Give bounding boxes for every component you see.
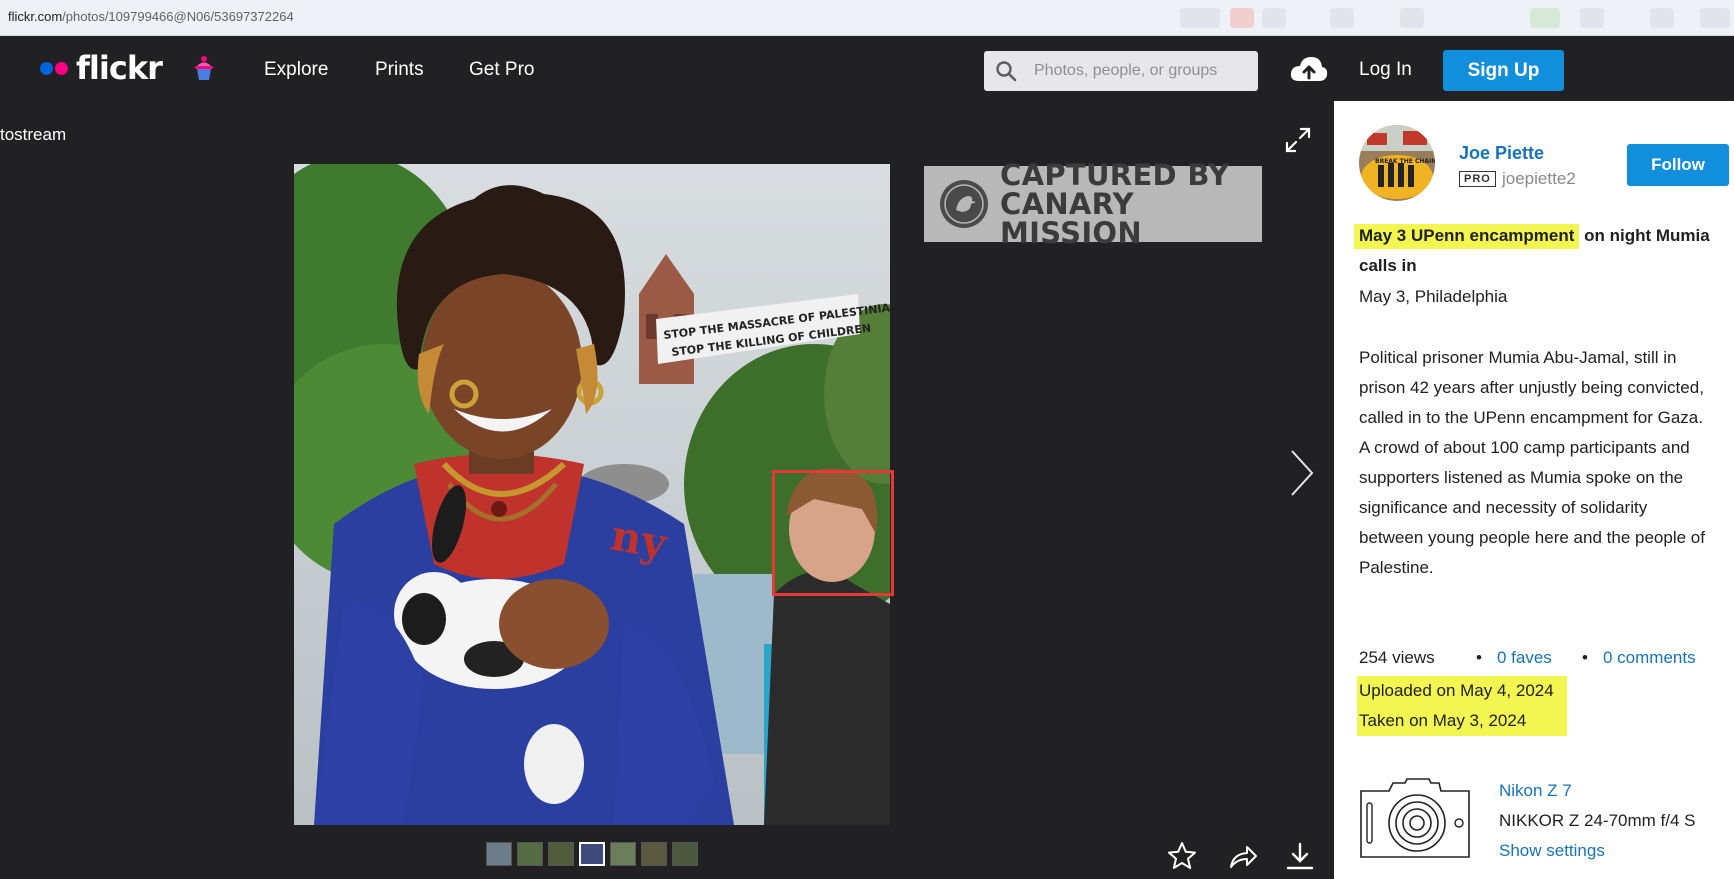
photo-subtitle: May 3, Philadelphia — [1359, 287, 1508, 306]
flickr-logo[interactable]: flickr — [40, 49, 163, 87]
star-icon[interactable] — [1167, 841, 1197, 871]
pro-badge: PRO — [1459, 171, 1496, 187]
watermark-line-2: CANARY MISSION — [1000, 186, 1142, 250]
url-path: /photos/109799466@N06/53697372264 — [62, 9, 294, 24]
browser-url-bar[interactable]: flickr.com/photos/109799466@N06/53697372… — [0, 0, 1734, 36]
thumbnail-1[interactable] — [486, 842, 512, 866]
nav-get-pro-link[interactable]: Get Pro — [469, 59, 534, 81]
avatar-image: BREAK THE CHAINS — [1359, 125, 1435, 201]
thumbnail-5[interactable] — [610, 842, 636, 866]
canary-mission-watermark: CAPTURED BY CANARY MISSION — [924, 160, 1262, 247]
photo-description: Political prisoner Mumia Abu-Jamal, stil… — [1359, 348, 1705, 577]
browser-extension-icon[interactable] — [1580, 8, 1604, 28]
photo-dates-highlight: Uploaded on May 4, 2024 Taken on May 3, … — [1357, 676, 1567, 736]
logo-blue-dot — [40, 61, 53, 75]
browser-extension-icon[interactable] — [1400, 8, 1424, 28]
author-name-link[interactable]: Joe Piette — [1459, 143, 1544, 164]
url-host: flickr.com — [8, 9, 63, 24]
avatar[interactable]: BREAK THE CHAINS — [1359, 125, 1435, 201]
thumbnail-strip — [486, 842, 698, 866]
search-box[interactable] — [984, 51, 1258, 91]
url-text[interactable]: flickr.com/photos/109799466@N06/53697372… — [8, 9, 294, 24]
photo-info-sidebar: BREAK THE CHAINS Joe Piette PRO joepiett… — [1334, 101, 1734, 879]
download-icon[interactable] — [1285, 841, 1315, 871]
top-navigation: flickr Explore Prints Get Pro Log In Sig… — [0, 36, 1734, 101]
thumbnail-3[interactable] — [548, 842, 574, 866]
title-highlighted-part: May 3 UPenn encampment — [1354, 224, 1580, 249]
cupcake-icon[interactable] — [193, 54, 215, 82]
browser-extension-icon[interactable] — [1230, 8, 1254, 28]
search-input[interactable] — [1034, 51, 1249, 91]
stats-separator: • — [1582, 648, 1588, 667]
face-highlight-box — [772, 470, 894, 596]
thumbnail-2[interactable] — [517, 842, 543, 866]
browser-extension-icon[interactable] — [1330, 8, 1354, 28]
expand-icon[interactable] — [1283, 125, 1313, 155]
photo-viewer: tostream STOP THE MASSACRE OF PALESTINIA… — [0, 101, 1334, 879]
canary-seal-icon — [940, 180, 988, 228]
thumbnail-4[interactable] — [579, 842, 605, 866]
camera-icon — [1360, 778, 1470, 858]
stats-separator: • — [1476, 648, 1482, 667]
author-username: joepiette2 — [1502, 169, 1576, 188]
back-to-photostream-link[interactable]: tostream — [0, 125, 66, 145]
nav-prints-link[interactable]: Prints — [375, 59, 424, 81]
views-count: 254 views — [1359, 648, 1435, 667]
browser-extension-icon[interactable] — [1650, 8, 1674, 28]
camera-lens: NIKKOR Z 24-70mm f/4 S — [1499, 811, 1696, 830]
search-icon[interactable] — [995, 60, 1017, 82]
share-icon[interactable] — [1228, 841, 1258, 871]
watermark-line-1: CAPTURED BY — [1000, 157, 1230, 192]
upload-cloud-icon[interactable] — [1289, 54, 1329, 84]
faves-link[interactable]: 0 faves — [1497, 648, 1552, 668]
photo-title: May 3 UPenn encampment on night Mumia ca… — [1354, 221, 1719, 281]
browser-profile-icon[interactable] — [1700, 8, 1730, 28]
login-link[interactable]: Log In — [1359, 59, 1412, 81]
comments-link[interactable]: 0 comments — [1603, 648, 1696, 668]
thumbnail-7[interactable] — [672, 842, 698, 866]
svg-text:ny: ny — [607, 511, 671, 569]
browser-extension-icon[interactable] — [1262, 8, 1286, 28]
taken-date: Taken on May 3, 2024 — [1359, 711, 1527, 730]
uploaded-date: Uploaded on May 4, 2024 — [1359, 681, 1554, 700]
thumbnail-6[interactable] — [641, 842, 667, 866]
show-settings-link[interactable]: Show settings — [1499, 841, 1605, 861]
browser-extension-icon[interactable] — [1180, 8, 1220, 28]
browser-extension-icon[interactable] — [1530, 8, 1560, 28]
signup-button[interactable]: Sign Up — [1443, 50, 1564, 91]
logo-wordmark: flickr — [76, 49, 163, 87]
next-arrow-icon[interactable] — [1288, 448, 1316, 498]
nav-explore-link[interactable]: Explore — [264, 59, 328, 81]
camera-model-link[interactable]: Nikon Z 7 — [1499, 781, 1572, 801]
follow-button[interactable]: Follow — [1627, 144, 1729, 186]
logo-pink-dot — [55, 61, 68, 75]
svg-text:BREAK THE CHAINS: BREAK THE CHAINS — [1375, 158, 1435, 165]
